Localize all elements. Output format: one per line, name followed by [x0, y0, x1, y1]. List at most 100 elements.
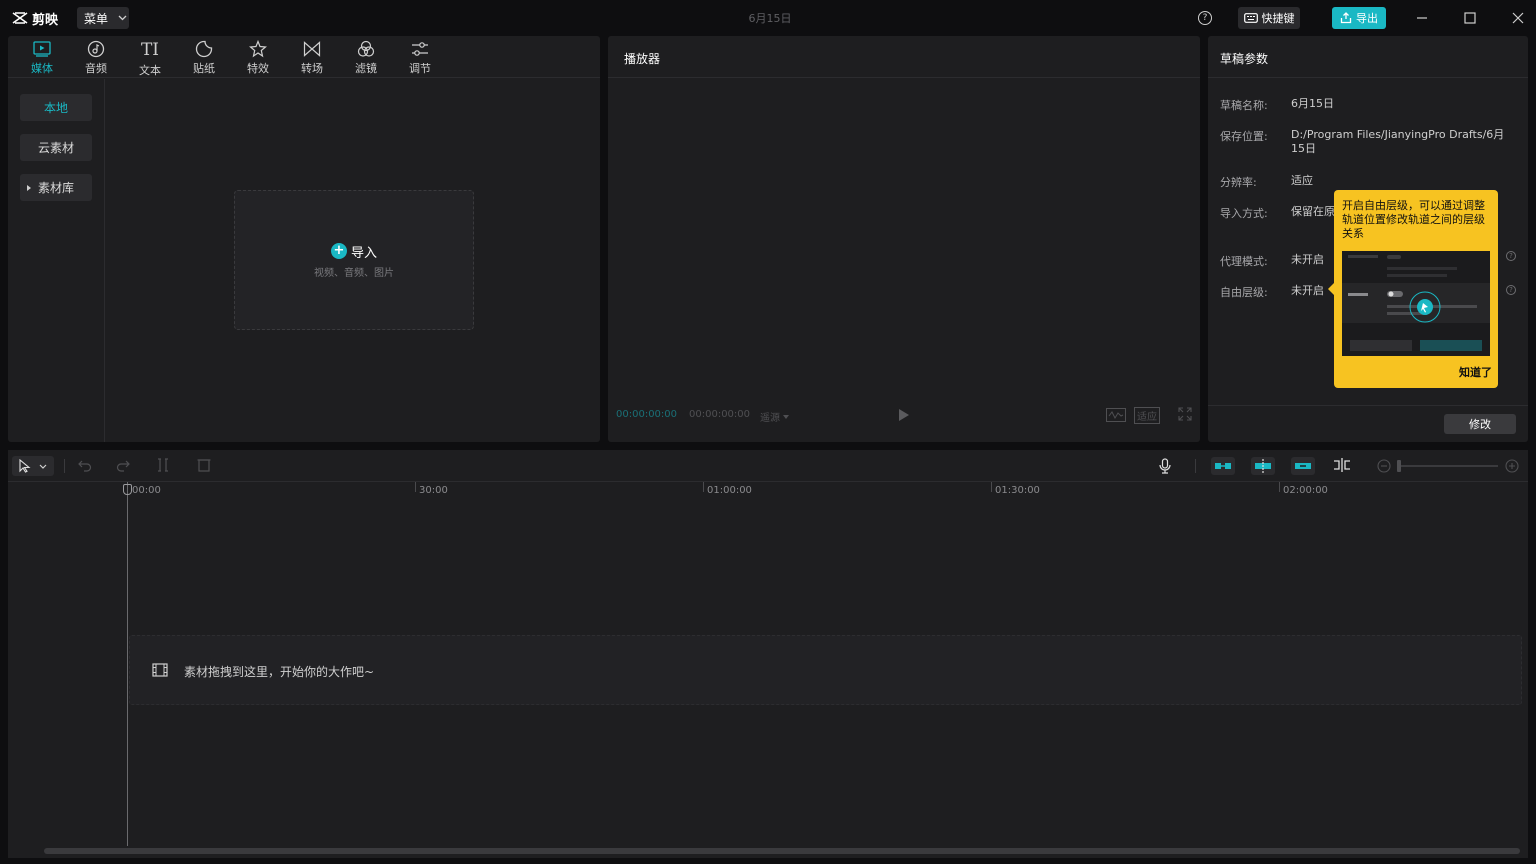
import-hint: 视频、音频、图片 — [314, 267, 394, 279]
player-title: 播放器 — [624, 52, 661, 66]
text-icon: TI — [140, 40, 160, 60]
export-button[interactable]: 导出 — [1332, 7, 1386, 29]
close-icon[interactable] — [1510, 10, 1526, 26]
fullscreen-icon[interactable] — [1178, 407, 1192, 421]
proxy-help-icon[interactable]: ? — [1506, 251, 1516, 261]
zoom-slider-handle[interactable] — [1397, 460, 1401, 472]
play-icon[interactable] — [898, 408, 910, 422]
redo-icon[interactable] — [116, 458, 130, 472]
draft-name-value: 6月15日 — [1291, 97, 1334, 110]
waveform-icon[interactable] — [1106, 408, 1126, 422]
tab-sticker[interactable]: 贴纸 — [184, 40, 224, 76]
import-dropzone[interactable]: + 导入 视频、音频、图片 — [234, 190, 474, 330]
caret-right-icon — [27, 185, 31, 191]
sidebar-item-cloud[interactable]: 云素材 — [20, 134, 92, 161]
shortcut-label: 快捷键 — [1261, 12, 1295, 25]
select-tool-button[interactable] — [12, 456, 54, 476]
help-icon[interactable]: ? — [1198, 11, 1212, 25]
ratio-button[interactable]: 适应 — [1134, 407, 1160, 424]
timeline-scrollbar[interactable] — [44, 848, 1520, 854]
chevron-down-icon — [118, 15, 127, 21]
caret-down-icon — [783, 414, 789, 419]
split-icon[interactable] — [157, 458, 169, 472]
free-layer-label: 自由层级: — [1220, 286, 1268, 299]
draft-name-label: 草稿名称: — [1220, 99, 1268, 112]
chain-icon — [1295, 463, 1311, 469]
sidebar-item-local[interactable]: 本地 — [20, 94, 92, 121]
media-panel: 媒体 音频 TI 文本 贴纸 特效 转场 滤镜 调节 本地 云素材 素材库 + … — [8, 36, 600, 442]
cursor-icon — [19, 459, 31, 473]
plus-icon: + — [330, 243, 347, 259]
dropzone-text: 素材拖拽到这里，开始你的大作吧~ — [184, 665, 375, 679]
tick-label: 02:00:00 — [1283, 485, 1328, 496]
tab-transition[interactable]: 转场 — [292, 40, 332, 76]
magnet-snap-button[interactable] — [1211, 457, 1235, 475]
tab-adjust[interactable]: 调节 — [400, 40, 440, 76]
resolution-label: 分辨率: — [1220, 176, 1257, 189]
playhead-handle[interactable] — [123, 484, 132, 495]
draft-footer: 修改 — [1208, 405, 1528, 442]
tab-audio[interactable]: 音频 — [76, 40, 116, 76]
tab-media[interactable]: 媒体 — [22, 40, 62, 76]
tab-label: 转场 — [301, 62, 323, 75]
keyboard-icon — [1243, 13, 1258, 23]
player-header: 播放器 — [608, 36, 1200, 78]
resolution-value: 适应 — [1291, 174, 1313, 187]
draft-title: 草稿参数 — [1220, 52, 1269, 66]
player-panel: 播放器 00:00:00:00 00:00:00:00 遥源 适应 — [608, 36, 1200, 442]
link-clip-icon — [1215, 463, 1231, 469]
undo-icon[interactable] — [78, 458, 92, 472]
quality-label: 遥源 — [760, 413, 780, 424]
export-label: 导出 — [1356, 12, 1378, 25]
microphone-icon[interactable] — [1159, 458, 1171, 474]
auto-snap-button[interactable] — [1251, 457, 1275, 475]
export-icon — [1340, 12, 1352, 24]
free-layer-help-icon[interactable]: ? — [1506, 285, 1516, 295]
tab-label: 特效 — [247, 62, 269, 75]
modify-button[interactable]: 修改 — [1444, 414, 1516, 434]
maximize-icon[interactable] — [1462, 10, 1478, 26]
effect-icon — [248, 40, 268, 58]
zoom-slider-track[interactable] — [1398, 465, 1498, 467]
tick-label: 01:00:00 — [707, 485, 752, 496]
transition-icon — [302, 40, 322, 58]
tick-label: 00:00 — [132, 485, 161, 496]
tick-label: 30:00 — [419, 485, 448, 496]
preview-axis-icon[interactable] — [1333, 458, 1351, 472]
tab-label: 滤镜 — [355, 62, 377, 75]
zoom-out-icon[interactable] — [1377, 459, 1391, 473]
tooltip-preview-image — [1342, 251, 1490, 356]
tab-text[interactable]: TI 文本 — [130, 40, 170, 77]
shortcut-button[interactable]: 快捷键 — [1238, 7, 1300, 29]
window-title: 6月15日 — [748, 12, 792, 25]
tab-label: 调节 — [409, 62, 431, 75]
sidebar-item-library[interactable]: 素材库 — [20, 174, 92, 201]
linkage-button[interactable] — [1291, 457, 1315, 475]
app-logo: 剪映 — [12, 9, 59, 28]
menu-button[interactable]: 菜单 — [77, 7, 129, 29]
free-layer-tooltip: 开启自由层级，可以通过调整轨道位置修改轨道之间的层级关系 知道了 — [1334, 190, 1498, 388]
divider — [64, 459, 65, 473]
tab-label: 文本 — [139, 64, 161, 77]
import-label: 导入 — [350, 245, 377, 261]
timeline-panel: 00:00 30:00 01:00:00 01:30:00 02:00:00 素… — [8, 450, 1528, 858]
media-icon — [32, 40, 52, 58]
sidebar-item-label: 素材库 — [37, 181, 74, 195]
tab-label: 贴纸 — [193, 62, 215, 75]
delete-icon[interactable] — [197, 458, 211, 472]
app-name: 剪映 — [32, 12, 59, 28]
audio-icon — [86, 40, 106, 58]
tooltip-ok-button[interactable]: 知道了 — [1459, 364, 1492, 380]
playhead-line[interactable] — [127, 482, 128, 846]
proxy-mode-label: 代理模式: — [1220, 255, 1268, 268]
tab-filter[interactable]: 滤镜 — [346, 40, 386, 76]
timeline-ruler[interactable]: 00:00 30:00 01:00:00 01:30:00 02:00:00 — [8, 482, 1528, 500]
current-time: 00:00:00:00 — [616, 409, 678, 420]
minimize-icon[interactable] — [1414, 10, 1430, 26]
zoom-in-icon[interactable] — [1505, 459, 1519, 473]
timeline-dropzone[interactable]: 素材拖拽到这里，开始你的大作吧~ — [129, 635, 1522, 705]
chevron-down-icon — [39, 464, 47, 469]
quality-select[interactable]: 遥源 — [760, 409, 789, 424]
tab-effect[interactable]: 特效 — [238, 40, 278, 76]
total-time: 00:00:00:00 — [689, 409, 751, 420]
